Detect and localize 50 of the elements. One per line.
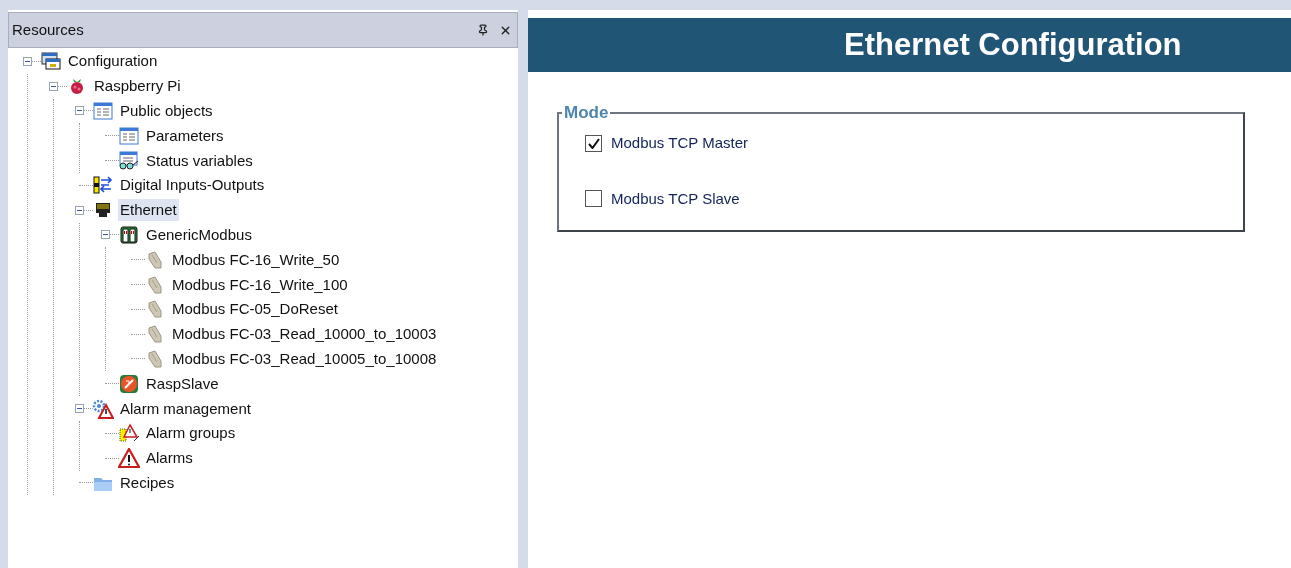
checkbox[interactable]: [585, 134, 602, 152]
tree-item[interactable]: Alarm management: [118, 397, 253, 420]
tree-item[interactable]: Public objects: [118, 100, 215, 122]
plug-icon: [146, 250, 164, 269]
tree-item[interactable]: Ethernet: [118, 199, 179, 222]
tree-item[interactable]: Alarms: [144, 447, 195, 470]
collapse-toggle[interactable]: [75, 404, 84, 414]
collapse-toggle[interactable]: [101, 230, 110, 240]
tree-item[interactable]: Parameters: [144, 124, 226, 147]
arrows-icon: [93, 176, 113, 195]
tree-item[interactable]: Raspberry Pi: [92, 75, 183, 98]
checkbox-label: Modbus TCP Slave: [611, 188, 740, 209]
tree-item[interactable]: Modbus FC-16_Write_100: [170, 273, 350, 296]
tree-item[interactable]: Digital Inputs-Outputs: [118, 174, 267, 197]
slave-device-icon: [119, 373, 139, 394]
pin-icon: [477, 24, 489, 36]
collapse-toggle[interactable]: [49, 81, 58, 91]
list-icon: [119, 126, 139, 145]
windows-icon: [41, 52, 61, 71]
check-icon: [587, 137, 600, 149]
plug-icon: [146, 325, 164, 344]
page-title: Ethernet Configuration: [844, 25, 1182, 64]
tree-item[interactable]: Status variables: [144, 149, 255, 172]
tree-item[interactable]: GenericModbus: [144, 223, 254, 246]
collapse-toggle[interactable]: [23, 56, 32, 66]
panel-title: Resources: [12, 19, 85, 40]
plug-icon: [146, 275, 164, 294]
ethernet-port-icon: [93, 201, 113, 220]
plug-icon: [146, 300, 164, 319]
glasses-list-icon: [118, 151, 140, 171]
gear-warning-icon: [92, 398, 114, 419]
tree-item[interactable]: Recipes: [118, 471, 177, 494]
device-icon: [119, 224, 139, 245]
tree-item[interactable]: Modbus FC-05_DoReset: [170, 298, 340, 321]
warning-group-icon: [118, 423, 140, 444]
tree-item[interactable]: Modbus FC-03_Read_10005_to_10008: [170, 347, 439, 370]
warning-icon: [118, 448, 140, 469]
collapse-toggle[interactable]: [75, 106, 84, 116]
checkbox[interactable]: [585, 190, 602, 208]
tree-item[interactable]: Modbus FC-16_Write_50: [170, 248, 342, 271]
group-legend: Mode: [562, 104, 611, 122]
raspberry-icon: [69, 77, 85, 96]
tree-item[interactable]: Modbus FC-03_Read_10000_to_10003: [170, 323, 439, 346]
checkbox-label: Modbus TCP Master: [611, 133, 748, 153]
plug-icon: [146, 349, 164, 368]
tree-item[interactable]: RaspSlave: [144, 372, 221, 395]
tree-item[interactable]: Alarm groups: [144, 422, 238, 445]
collapse-toggle[interactable]: [75, 205, 84, 215]
list-icon: [93, 102, 113, 120]
tree-item[interactable]: Configuration: [66, 50, 160, 73]
